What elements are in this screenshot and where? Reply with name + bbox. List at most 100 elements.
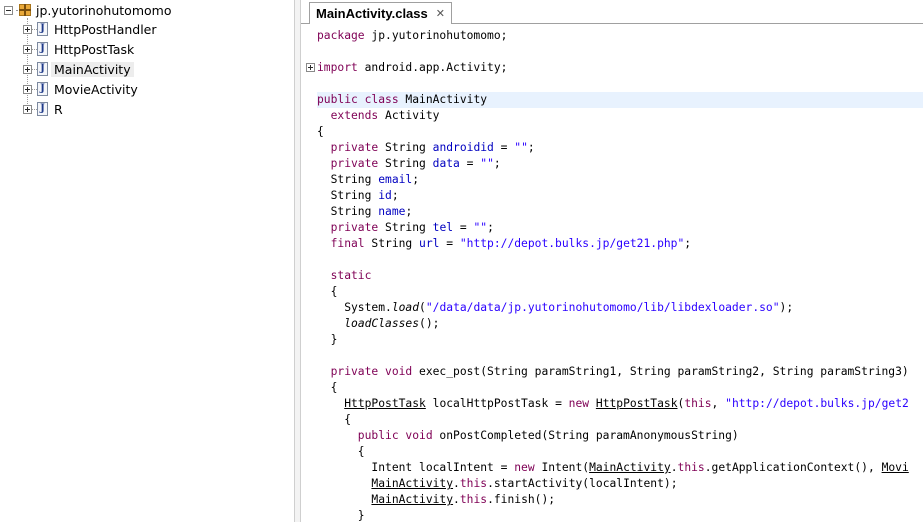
code-token: "http://depot.bulks.jp/get21.php"	[459, 237, 685, 250]
code-token: "http://depot.bulks.jp/get2	[725, 397, 909, 410]
code-token: ;	[412, 173, 420, 186]
tree-item-label-selected: MainActivity	[51, 61, 134, 77]
code-token: String	[364, 237, 420, 250]
code-token: ;	[487, 221, 494, 234]
code-token: android.app.Activity;	[357, 61, 508, 74]
code-token: this	[459, 477, 488, 490]
code-token: this	[684, 397, 712, 410]
code-token: HttpPostTask	[595, 397, 678, 410]
code-line: private String tel = "";	[317, 220, 923, 236]
code-token: ""	[473, 221, 488, 234]
code-line: final String url = "http://depot.bulks.j…	[317, 236, 923, 252]
close-icon[interactable]: ✕	[436, 7, 445, 20]
pane-splitter[interactable]	[294, 0, 301, 522]
code-token: =	[439, 237, 460, 250]
code-token: public class	[317, 93, 399, 106]
code-token: {	[317, 445, 365, 458]
expand-icon[interactable]	[23, 104, 32, 114]
code-token: exec_post(String paramString1, String pa…	[412, 365, 909, 378]
code-token: String	[317, 189, 379, 202]
code-token: Intent(	[534, 461, 590, 474]
code-line: import android.app.Activity;	[317, 60, 923, 76]
package-name: jp.yutorinohutomomo	[36, 2, 172, 18]
code-token: load	[391, 301, 420, 314]
code-token: this	[459, 493, 488, 506]
code-token: extends	[317, 109, 379, 122]
code-line: {	[317, 124, 923, 140]
code-token: MainActivity	[371, 477, 454, 490]
code-line: String name;	[317, 204, 923, 220]
code-token: new	[568, 397, 590, 410]
code-token: "/data/data/jp.yutorinohutomomo/lib/libd…	[425, 301, 780, 314]
code-token: Activity	[378, 109, 440, 122]
code-token: id	[378, 189, 392, 202]
code-editor[interactable]: package jp.yutorinohutomomo; import andr…	[301, 24, 923, 522]
code-token: MainActivity	[371, 493, 454, 506]
code-line: {	[317, 380, 923, 396]
code-token: String	[317, 173, 379, 186]
code-token: onPostCompleted(String paramAnonymousStr…	[432, 429, 739, 442]
package-tree: jp.yutorinohutomomo J HttpPostHandler J …	[0, 0, 294, 522]
code-token: public void	[317, 429, 433, 442]
code-token: this	[677, 461, 705, 474]
code-token: url	[419, 237, 440, 250]
code-line: private String androidid = "";	[317, 140, 923, 156]
code-token: package	[317, 29, 365, 42]
code-line: }	[317, 508, 923, 522]
java-class-icon: J	[37, 22, 48, 36]
code-token: String	[378, 157, 433, 170]
tree-item-mainactivity[interactable]: J MainActivity	[23, 60, 134, 78]
tree-item-label: HttpPostHandler	[54, 21, 157, 37]
expand-icon[interactable]	[23, 84, 32, 94]
code-token: System.	[317, 301, 392, 314]
tree-item-movieactivity[interactable]: J MovieActivity	[23, 80, 141, 98]
code-token: String	[317, 205, 379, 218]
expand-imports-icon[interactable]	[306, 63, 315, 72]
code-token: ;	[527, 141, 535, 154]
code-token: private	[317, 141, 379, 154]
code-token: localHttpPostTask =	[425, 397, 569, 410]
code-line: }	[317, 332, 923, 348]
code-line: {	[317, 444, 923, 460]
code-token: Movi	[881, 461, 909, 474]
collapse-icon[interactable]	[4, 5, 13, 15]
java-class-icon: J	[37, 102, 48, 116]
expand-icon[interactable]	[23, 64, 32, 74]
code-token: private	[317, 157, 379, 170]
expand-icon[interactable]	[23, 24, 32, 34]
code-token: ,	[711, 397, 726, 410]
code-token: ;	[493, 157, 501, 170]
code-token: ""	[514, 141, 528, 154]
editor-tabbar: MainActivity.class ✕	[301, 0, 923, 24]
code-token: );	[779, 301, 794, 314]
tree-item-httpposthandler[interactable]: J HttpPostHandler	[23, 20, 160, 38]
tree-item-label: HttpPostTask	[54, 41, 135, 57]
code-token: String	[378, 221, 433, 234]
code-token: androidid	[432, 141, 494, 154]
code-token: Intent localIntent =	[317, 461, 515, 474]
code-token: jp.yutorinohutomomo;	[364, 29, 508, 42]
tree-package-row[interactable]: jp.yutorinohutomomo	[4, 1, 174, 19]
tree-item-httppostask[interactable]: J HttpPostTask	[23, 40, 137, 58]
code-line: static	[317, 268, 923, 284]
code-token: final	[317, 237, 365, 250]
code-content: package jp.yutorinohutomomo; import andr…	[317, 24, 923, 522]
code-token: private void	[317, 365, 413, 378]
code-token: tel	[432, 221, 454, 234]
code-line: private void exec_post(String paramStrin…	[317, 364, 923, 380]
code-token: =	[453, 221, 474, 234]
code-line: {	[317, 412, 923, 428]
tab-mainactivity[interactable]: MainActivity.class ✕	[309, 2, 452, 24]
code-token: .	[453, 477, 460, 490]
code-token: ;	[684, 237, 692, 250]
expand-icon[interactable]	[23, 44, 32, 54]
code-token: loadClasses	[344, 317, 420, 330]
code-token: static	[317, 269, 372, 282]
code-token: new	[514, 461, 535, 474]
tree-item-r[interactable]: J R	[23, 100, 66, 118]
code-token: data	[432, 157, 460, 170]
code-token: String	[378, 141, 433, 154]
